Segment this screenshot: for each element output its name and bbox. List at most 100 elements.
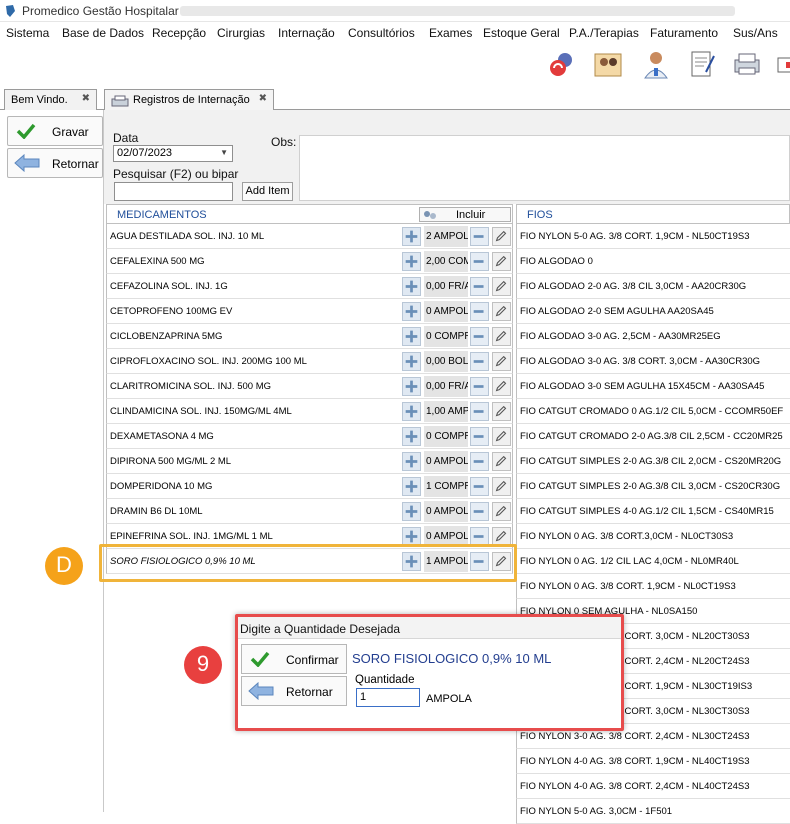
table-row[interactable]: CEFAZOLINA SOL. INJ. 1G 0,00 FR/AMP: [106, 274, 513, 299]
ambulance-icon[interactable]: [776, 48, 790, 80]
edit-button[interactable]: [492, 452, 511, 471]
table-row[interactable]: DEXAMETASONA 4 MG 0 COMPRIMIDO: [106, 424, 513, 449]
minus-button[interactable]: [470, 377, 489, 396]
list-item[interactable]: FIO ALGODAO 0: [516, 249, 790, 274]
list-item[interactable]: FIO CATGUT SIMPLES 4-0 AG.1/2 CIL 1,5CM …: [516, 499, 790, 524]
plus-button[interactable]: [402, 227, 421, 246]
list-item[interactable]: FIO CATGUT SIMPLES 2-0 AG.3/8 CIL 3,0CM …: [516, 474, 790, 499]
minus-button[interactable]: [470, 477, 489, 496]
menu-base-de-dados[interactable]: Base de Dados: [62, 26, 144, 40]
plus-button[interactable]: [402, 477, 421, 496]
date-field[interactable]: 02/07/2023 ▼: [113, 145, 233, 162]
edit-button[interactable]: [492, 277, 511, 296]
plus-button[interactable]: [402, 352, 421, 371]
edit-button[interactable]: [492, 477, 511, 496]
arrow-left-icon: [14, 154, 40, 172]
list-item[interactable]: FIO NYLON 0 AG. 3/8 CORT. 1,9CM - NL0CT1…: [516, 574, 790, 599]
quantity-input[interactable]: 1: [356, 688, 420, 707]
edit-button[interactable]: [492, 402, 511, 421]
minus-button[interactable]: [470, 327, 489, 346]
table-row[interactable]: CETOPROFENO 100MG EV 0 AMPOLA: [106, 299, 513, 324]
minus-button[interactable]: [470, 502, 489, 521]
list-item[interactable]: FIO ALGODAO 3-0 SEM AGULHA 15X45CM - AA3…: [516, 374, 790, 399]
chevron-down-icon[interactable]: ▼: [220, 148, 228, 157]
edit-button[interactable]: [492, 302, 511, 321]
plus-button[interactable]: [402, 377, 421, 396]
obs-textarea[interactable]: [299, 135, 790, 201]
minus-button[interactable]: [470, 302, 489, 321]
menu-estoque-geral[interactable]: Estoque Geral: [483, 26, 560, 40]
printer-icon[interactable]: [731, 48, 763, 80]
menu-recepcao[interactable]: Recepção: [152, 26, 206, 40]
table-row[interactable]: CICLOBENZAPRINA 5MG 0 COMPRIMIDO: [106, 324, 513, 349]
close-icon[interactable]: ✖: [259, 93, 267, 104]
edit-button[interactable]: [492, 327, 511, 346]
table-row[interactable]: CIPROFLOXACINO SOL. INJ. 200MG 100 ML 0,0…: [106, 349, 513, 374]
plus-button[interactable]: [402, 302, 421, 321]
minus-button[interactable]: [470, 427, 489, 446]
list-item[interactable]: FIO NYLON 4-0 AG. 3/8 CORT. 2,4CM - NL40…: [516, 774, 790, 799]
fio-name: FIO CATGUT CROMADO 0 AG.1/2 CIL 5,0CM - …: [520, 406, 784, 417]
minus-button[interactable]: [470, 227, 489, 246]
group-users-icon[interactable]: [592, 48, 624, 80]
menu-internacao[interactable]: Internação: [278, 26, 335, 40]
plus-button[interactable]: [402, 327, 421, 346]
minus-icon: [473, 285, 484, 288]
save-button[interactable]: Gravar: [7, 116, 103, 146]
list-item[interactable]: FIO NYLON 4-0 AG. 3/8 CORT. 1,9CM - NL40…: [516, 749, 790, 774]
sync-user-icon[interactable]: [546, 48, 578, 80]
tab-bem-vindo[interactable]: Bem Vindo. ✖: [4, 89, 97, 111]
minus-button[interactable]: [470, 277, 489, 296]
edit-button[interactable]: [492, 252, 511, 271]
table-row[interactable]: DOMPERIDONA 10 MG 1 COMPRIMIDO: [106, 474, 513, 499]
search-input[interactable]: [114, 182, 233, 201]
table-row[interactable]: CLINDAMICINA SOL. INJ. 150MG/ML 4ML 1,00 …: [106, 399, 513, 424]
plus-button[interactable]: [402, 502, 421, 521]
table-row[interactable]: DIPIRONA 500 MG/ML 2 ML 0 AMPOLA: [106, 449, 513, 474]
list-item[interactable]: FIO NYLON 0 AG. 1/2 CIL LAC 4,0CM - NL0M…: [516, 549, 790, 574]
table-row[interactable]: DRAMIN B6 DL 10ML 0 AMPOLA: [106, 499, 513, 524]
list-item[interactable]: FIO ALGODAO 2-0 SEM AGULHA AA20SA45: [516, 299, 790, 324]
list-item[interactable]: FIO CATGUT CROMADO 2-0 AG.3/8 CIL 2,5CM …: [516, 424, 790, 449]
back-button[interactable]: Retornar: [7, 148, 103, 178]
list-item[interactable]: FIO CATGUT SIMPLES 2-0 AG.3/8 CIL 2,0CM …: [516, 449, 790, 474]
plus-button[interactable]: [402, 277, 421, 296]
menu-pa-terapias[interactable]: P.A./Terapias: [569, 26, 639, 40]
menu-cirurgias[interactable]: Cirurgias: [217, 26, 265, 40]
minus-button[interactable]: [470, 402, 489, 421]
minus-button[interactable]: [470, 252, 489, 271]
list-item[interactable]: FIO ALGODAO 3-0 AG. 3/8 CORT. 3,0CM - AA…: [516, 349, 790, 374]
tab-registros-internacao[interactable]: Registros de Internação ✖: [104, 89, 274, 111]
confirm-button[interactable]: Confirmar: [241, 644, 347, 674]
plus-button[interactable]: [402, 427, 421, 446]
plus-button[interactable]: [402, 452, 421, 471]
list-item[interactable]: FIO NYLON 0 AG. 3/8 CORT.3,0CM - NL0CT30…: [516, 524, 790, 549]
prescription-icon[interactable]: [686, 48, 718, 80]
edit-button[interactable]: [492, 227, 511, 246]
include-button[interactable]: Incluir: [419, 207, 511, 222]
table-row[interactable]: AGUA DESTILADA SOL. INJ. 10 ML 2 AMPOLA: [106, 224, 513, 249]
list-item[interactable]: FIO NYLON 5-0 AG. 3/8 CORT. 1,9CM - NL50…: [516, 224, 790, 249]
close-icon[interactable]: ✖: [82, 93, 90, 104]
edit-button[interactable]: [492, 377, 511, 396]
back-button[interactable]: Retornar: [241, 676, 347, 706]
doctor-icon[interactable]: [640, 48, 672, 80]
menu-sistema[interactable]: Sistema: [6, 26, 49, 40]
add-item-button[interactable]: Add Item: [242, 182, 293, 201]
plus-button[interactable]: [402, 402, 421, 421]
edit-button[interactable]: [492, 427, 511, 446]
menu-faturamento[interactable]: Faturamento: [650, 26, 718, 40]
list-item[interactable]: FIO CATGUT CROMADO 0 AG.1/2 CIL 5,0CM - …: [516, 399, 790, 424]
menu-sus-ans[interactable]: Sus/Ans: [733, 26, 778, 40]
menu-consultorios[interactable]: Consultórios: [348, 26, 415, 40]
table-row[interactable]: CEFALEXINA 500 MG 2,00 COMPR: [106, 249, 513, 274]
list-item[interactable]: FIO ALGODAO 3-0 AG. 2,5CM - AA30MR25EG: [516, 324, 790, 349]
table-row[interactable]: CLARITROMICINA SOL. INJ. 500 MG 0,00 FR/A…: [106, 374, 513, 399]
plus-button[interactable]: [402, 252, 421, 271]
edit-button[interactable]: [492, 502, 511, 521]
edit-button[interactable]: [492, 352, 511, 371]
menu-exames[interactable]: Exames: [429, 26, 472, 40]
list-item[interactable]: FIO ALGODAO 2-0 AG. 3/8 CIL 3,0CM - AA20…: [516, 274, 790, 299]
minus-button[interactable]: [470, 352, 489, 371]
minus-button[interactable]: [470, 452, 489, 471]
